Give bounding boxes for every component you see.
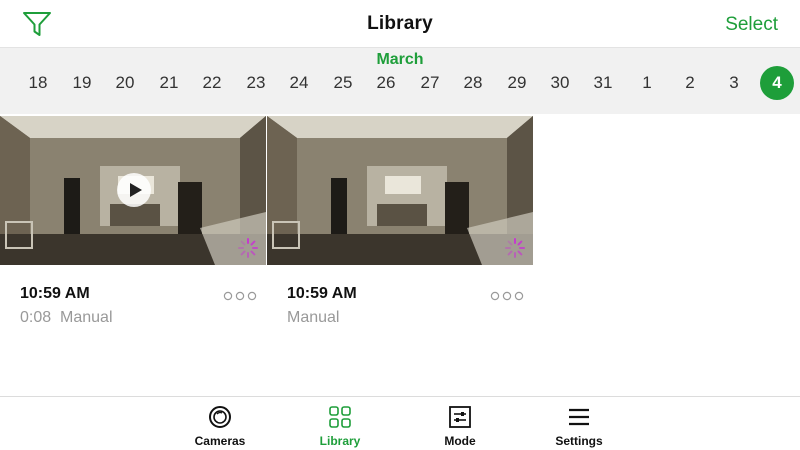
- clip-time: 10:59 AM: [287, 285, 357, 302]
- day-item[interactable]: 26: [369, 66, 403, 100]
- play-icon: [130, 183, 142, 197]
- sliders-icon: [449, 406, 471, 428]
- tab-label: Settings: [555, 434, 603, 448]
- more-options-icon[interactable]: [223, 291, 257, 301]
- clip-type: Manual: [60, 309, 113, 326]
- clip-details: Manual: [287, 309, 339, 327]
- loading-spinner-icon: [238, 238, 258, 258]
- clip-thumbnail[interactable]: [267, 116, 533, 265]
- tab-label: Mode: [444, 434, 476, 448]
- tab-settings[interactable]: Settings: [534, 405, 624, 449]
- tab-mode[interactable]: Mode: [415, 405, 505, 449]
- select-button[interactable]: Select: [725, 14, 778, 36]
- clip-info: 10:59 AM Manual: [267, 283, 533, 333]
- camera-snapshot-image: [267, 116, 533, 265]
- day-item[interactable]: 28: [456, 66, 490, 100]
- bottom-tab-bar: Cameras Library Mode Settings: [0, 396, 800, 450]
- tab-label: Cameras: [194, 434, 246, 448]
- clip-time: 10:59 AM: [20, 285, 90, 302]
- clip-info: 10:59 AM 0:08 Manual: [0, 283, 266, 333]
- day-item[interactable]: 31: [586, 66, 620, 100]
- clip-thumbnail[interactable]: [0, 116, 266, 265]
- day-item[interactable]: 24: [282, 66, 316, 100]
- page-title: Library: [367, 13, 433, 34]
- date-strip: March 18 19 20 21 22 23 24 25 26 27 28 2…: [0, 48, 800, 114]
- loading-spinner-icon: [505, 238, 525, 258]
- day-item[interactable]: 2: [673, 66, 707, 100]
- clip-duration: 0:08: [20, 309, 52, 326]
- tab-label: Library: [319, 434, 361, 448]
- day-item[interactable]: 20: [108, 66, 142, 100]
- day-item[interactable]: 23: [239, 66, 273, 100]
- day-item[interactable]: 27: [413, 66, 447, 100]
- clip-type: Manual: [287, 309, 340, 326]
- tab-cameras[interactable]: Cameras: [175, 405, 265, 449]
- tab-library[interactable]: Library: [295, 405, 385, 449]
- day-item[interactable]: 3: [717, 66, 751, 100]
- camera-lens-icon: [209, 406, 231, 428]
- day-list: 18 19 20 21 22 23 24 25 26 27 28 29 30 3…: [0, 66, 800, 102]
- day-item[interactable]: 1: [630, 66, 664, 100]
- day-item[interactable]: 21: [152, 66, 186, 100]
- clip-details: 0:08 Manual: [20, 309, 113, 327]
- filter-icon: [23, 12, 51, 36]
- more-options-icon[interactable]: [490, 291, 524, 301]
- top-bar: Library Select: [0, 0, 800, 48]
- day-item[interactable]: 29: [500, 66, 534, 100]
- filter-button[interactable]: [22, 10, 52, 38]
- play-button[interactable]: [117, 173, 151, 207]
- day-item[interactable]: 18: [21, 66, 55, 100]
- menu-icon: [569, 408, 589, 426]
- grid-icon: [329, 406, 351, 428]
- day-item[interactable]: 22: [195, 66, 229, 100]
- day-item[interactable]: 19: [65, 66, 99, 100]
- day-item-selected[interactable]: 4: [760, 66, 794, 100]
- day-item[interactable]: 25: [326, 66, 360, 100]
- day-item[interactable]: 30: [543, 66, 577, 100]
